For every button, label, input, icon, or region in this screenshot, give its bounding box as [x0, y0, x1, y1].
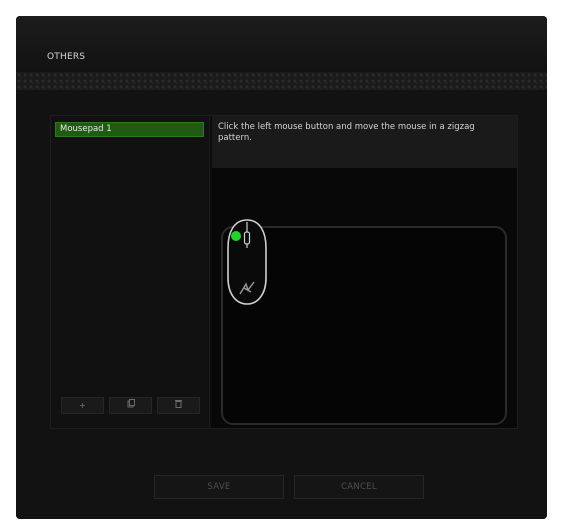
page-title: OTHERS — [47, 52, 86, 62]
copy-icon — [127, 399, 135, 410]
hex-pattern-divider — [16, 72, 547, 90]
delete-profile-button[interactable] — [157, 397, 200, 414]
save-button[interactable]: SAVE — [154, 475, 284, 499]
calibration-area — [212, 168, 517, 428]
calibration-panel: Mousepad 1 + Click the left mouse button… — [50, 115, 518, 429]
calibration-window: OTHERS Mousepad 1 + Click the left mouse… — [16, 16, 547, 519]
profile-item-mousepad-1[interactable]: Mousepad 1 — [55, 122, 204, 137]
instructions-box: Click the left mouse button and move the… — [212, 116, 517, 168]
left-button-indicator — [231, 231, 241, 241]
profile-list: Mousepad 1 + — [51, 116, 210, 428]
delete-icon — [175, 400, 182, 410]
plus-icon: + — [79, 401, 86, 410]
copy-profile-button[interactable] — [109, 397, 152, 414]
instructions-text: Click the left mouse button and move the… — [218, 122, 475, 143]
add-profile-button[interactable]: + — [61, 397, 104, 414]
window-header: OTHERS — [16, 16, 547, 72]
mouse-icon — [227, 219, 267, 305]
window-body: Mousepad 1 + Click the left mouse button… — [16, 90, 547, 519]
cancel-button[interactable]: CANCEL — [294, 475, 424, 499]
